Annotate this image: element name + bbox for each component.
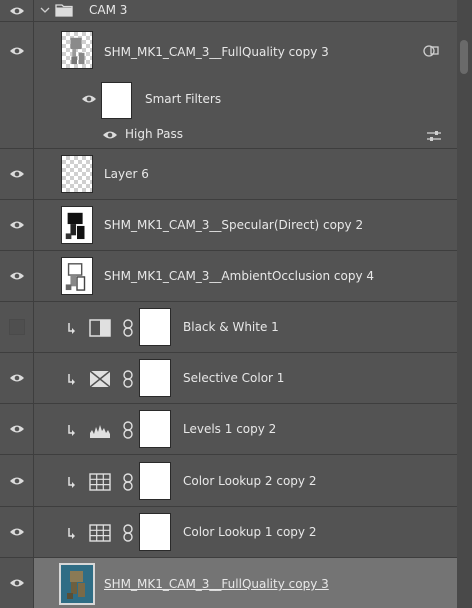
- black-white-icon: [89, 319, 111, 337]
- smart-filters-row[interactable]: Smart Filters: [0, 79, 457, 121]
- layer-thumbnail: [61, 155, 93, 193]
- scrollbar-thumb[interactable]: [460, 40, 468, 74]
- layers-panel: CAM 3 SHM_MK1_CAM_3__FullQuality copy 3 …: [0, 0, 472, 608]
- clipping-arrow-icon: [68, 323, 75, 334]
- selective-color-icon: [89, 370, 111, 388]
- eye-icon: [9, 374, 24, 382]
- eye-icon: [9, 477, 24, 484]
- layer-mask-thumbnail[interactable]: [139, 308, 171, 346]
- color-lookup-grid-icon: [89, 524, 111, 542]
- visibility-toggle[interactable]: [0, 455, 34, 506]
- eye-icon: [9, 221, 24, 229]
- visibility-toggle[interactable]: [0, 0, 34, 21]
- layer-row[interactable]: SHM_MK1_CAM_3__AmbientOcclusion copy 4: [0, 251, 457, 302]
- layer-name: SHM_MK1_CAM_3__FullQuality copy 3: [104, 45, 329, 59]
- adjustment-layer-row[interactable]: Selective Color 1: [0, 353, 457, 404]
- visibility-toggle[interactable]: [0, 507, 34, 557]
- figure-icon: [67, 571, 85, 599]
- eye-icon: [9, 272, 24, 280]
- layer-name: SHM_MK1_CAM_3__FullQuality copy 3: [104, 577, 329, 591]
- visibility-toggle[interactable]: [0, 404, 34, 454]
- layer-thumbnail: [61, 206, 93, 244]
- visibility-toggle[interactable]: [0, 22, 34, 79]
- levels-histogram-icon: [90, 425, 110, 438]
- layer-mask-thumbnail[interactable]: [139, 359, 171, 397]
- layer-name: SHM_MK1_CAM_3__AmbientOcclusion copy 4: [104, 269, 375, 283]
- filter-name: High Pass: [125, 127, 183, 141]
- visibility-toggle[interactable]: [0, 79, 34, 121]
- chevron-down-icon[interactable]: [40, 6, 50, 14]
- layer-row[interactable]: Layer 6: [0, 149, 457, 200]
- filter-row[interactable]: High Pass: [0, 121, 457, 149]
- layer-name: Layer 6: [104, 167, 149, 181]
- visibility-toggle[interactable]: [0, 200, 34, 250]
- chain-link-icon[interactable]: [122, 319, 134, 337]
- smart-object-icon: [423, 45, 439, 57]
- eye-icon: [9, 425, 24, 433]
- eye-icon: [9, 7, 24, 14]
- eye-icon: [9, 47, 24, 54]
- layer-row[interactable]: SHM_MK1_CAM_3__FullQuality copy 3: [0, 22, 457, 79]
- visibility-toggle[interactable]: [0, 121, 34, 148]
- layer-name: Selective Color 1: [183, 371, 285, 385]
- chain-link-icon[interactable]: [122, 524, 134, 542]
- visibility-toggle[interactable]: [0, 251, 34, 301]
- clipping-arrow-icon: [68, 374, 75, 385]
- clipping-arrow-icon: [68, 528, 75, 539]
- visibility-toggle[interactable]: [0, 558, 34, 608]
- filter-options-icon[interactable]: [426, 130, 442, 142]
- adjustment-layer-row[interactable]: Color Lookup 1 copy 2: [0, 507, 457, 558]
- figure-icon: [70, 37, 85, 65]
- adjustment-layer-row[interactable]: Color Lookup 2 copy 2: [0, 455, 457, 507]
- figure-icon: [65, 263, 86, 291]
- eye-icon: [9, 528, 24, 536]
- color-lookup-grid-icon: [89, 473, 111, 491]
- chain-link-icon[interactable]: [122, 473, 134, 491]
- eye-icon: [9, 579, 24, 587]
- clipping-arrow-icon: [68, 477, 75, 488]
- layer-name: SHM_MK1_CAM_3__Specular(Direct) copy 2: [104, 218, 364, 232]
- adjustment-layer-row[interactable]: Levels 1 copy 2: [0, 404, 457, 455]
- figure-icon: [65, 212, 85, 240]
- layer-group-row[interactable]: CAM 3: [0, 0, 457, 22]
- clipping-arrow-icon: [68, 425, 75, 436]
- layer-thumbnail: [59, 563, 95, 605]
- smart-filters-label: Smart Filters: [145, 92, 222, 106]
- layer-mask-thumbnail[interactable]: [139, 410, 171, 448]
- scrollbar[interactable]: [457, 0, 472, 608]
- layer-name: Black & White 1: [183, 320, 279, 334]
- layer-name: Levels 1 copy 2: [183, 422, 277, 436]
- adjustment-layer-row[interactable]: Black & White 1: [0, 302, 457, 353]
- layer-row[interactable]: SHM_MK1_CAM_3__Specular(Direct) copy 2: [0, 200, 457, 251]
- hidden-visibility-box: [8, 319, 25, 335]
- chain-link-icon[interactable]: [122, 421, 134, 439]
- visibility-toggle[interactable]: [0, 353, 34, 403]
- chain-link-icon[interactable]: [122, 370, 134, 388]
- layer-mask-thumbnail[interactable]: [139, 513, 171, 551]
- eye-icon[interactable]: [102, 130, 118, 140]
- layer-name: Color Lookup 2 copy 2: [183, 474, 317, 488]
- layer-thumbnail: [61, 31, 93, 69]
- layer-mask-thumbnail[interactable]: [139, 462, 171, 500]
- layer-name: Color Lookup 1 copy 2: [183, 525, 317, 539]
- layer-thumbnail: [61, 257, 93, 295]
- smart-filter-mask: [101, 82, 132, 119]
- eye-icon[interactable]: [81, 94, 97, 104]
- visibility-toggle[interactable]: [0, 149, 34, 199]
- visibility-toggle[interactable]: [0, 302, 34, 352]
- group-name: CAM 3: [89, 3, 128, 17]
- folder-icon: [55, 4, 73, 17]
- layer-row-selected[interactable]: SHM_MK1_CAM_3__FullQuality copy 3: [0, 558, 457, 608]
- eye-icon: [9, 170, 24, 178]
